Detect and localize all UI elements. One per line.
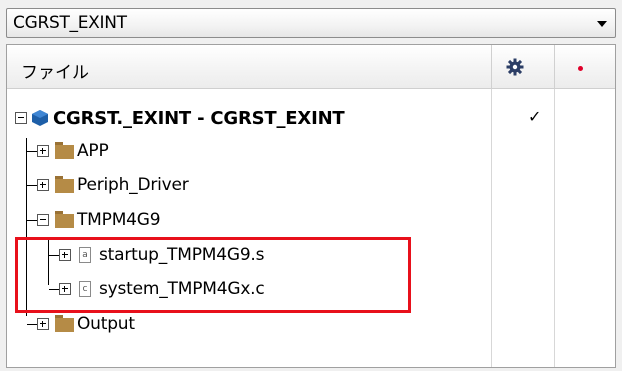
tree-header: ファイル xyxy=(7,45,615,89)
project-label: CGRST._EXINT - CGRST_EXINT xyxy=(53,108,345,129)
highlight-annotation xyxy=(15,237,411,313)
project-icon xyxy=(32,110,48,126)
build-status-dot-icon[interactable] xyxy=(578,66,583,71)
gear-icon[interactable] xyxy=(506,58,524,76)
tree-row-folder[interactable]: Output xyxy=(7,309,615,342)
folder-icon xyxy=(55,176,74,193)
expand-icon[interactable] xyxy=(37,318,49,330)
expand-icon[interactable] xyxy=(37,179,49,191)
tree-item-label: Periph_Driver xyxy=(77,175,189,195)
tree-row-folder[interactable]: APP xyxy=(7,136,615,169)
project-select-value: CGRST_EXINT xyxy=(13,13,127,33)
tree-item-label: APP xyxy=(77,141,109,161)
expand-icon[interactable] xyxy=(37,145,49,157)
folder-icon xyxy=(55,315,74,332)
tree-row-folder[interactable]: TMPM4G9 xyxy=(7,205,615,238)
checkmark-icon[interactable]: ✓ xyxy=(528,107,541,126)
file-column-header[interactable]: ファイル xyxy=(21,58,89,83)
tree-row-folder[interactable]: Periph_Driver xyxy=(7,170,615,203)
folder-icon xyxy=(55,142,74,159)
folder-icon xyxy=(55,211,74,228)
chevron-down-icon[interactable] xyxy=(597,21,607,27)
tree-row-project[interactable]: CGRST._EXINT - CGRST_EXINT ✓ xyxy=(7,103,615,136)
tree-item-label: TMPM4G9 xyxy=(77,210,161,230)
tree-item-label: Output xyxy=(77,314,135,334)
collapse-icon[interactable] xyxy=(15,112,27,124)
collapse-icon[interactable] xyxy=(37,214,49,226)
project-select[interactable]: CGRST_EXINT xyxy=(6,8,616,38)
file-tree-panel: ファイル CGRST._EXINT - CGRST_EXINT ✓ APP Pe… xyxy=(6,44,616,368)
